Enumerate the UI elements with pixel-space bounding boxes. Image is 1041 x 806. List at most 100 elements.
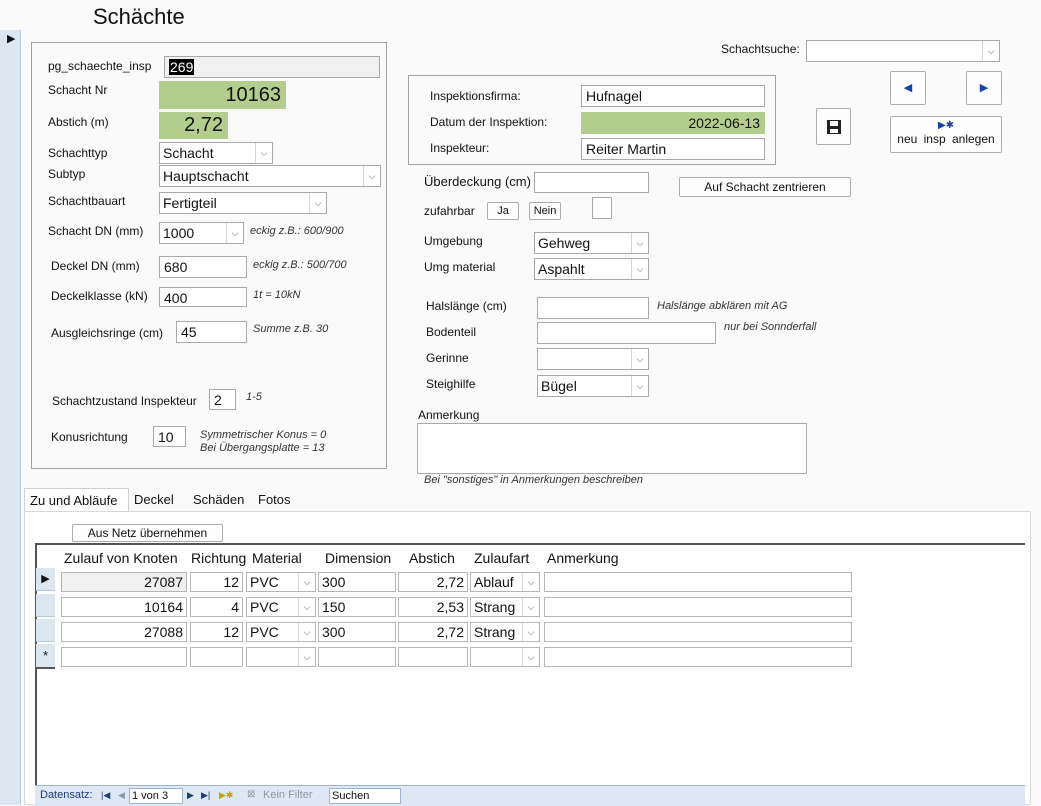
kein-filter-label[interactable]: Kein Filter <box>263 789 313 801</box>
cell-anmerkung[interactable] <box>544 597 852 617</box>
anmerkung-field[interactable] <box>417 423 807 474</box>
row-selector-new[interactable]: * <box>36 644 55 669</box>
cell-anmerkung[interactable] <box>544 647 852 667</box>
cell-anmerkung[interactable] <box>544 622 852 642</box>
cell-material[interactable]: PVC ⌵ <box>246 622 316 642</box>
cell-knoten[interactable] <box>61 647 187 667</box>
chevron-down-icon[interactable]: ⌵ <box>631 233 648 253</box>
new-record-nav-icon[interactable]: ▶✱ <box>219 790 233 801</box>
datum-field[interactable]: 2022-06-13 <box>581 112 765 134</box>
cell-zulaufart[interactable]: Strang ⌵ <box>470 597 540 617</box>
chevron-down-icon[interactable]: ⌵ <box>298 623 315 641</box>
cell-abstich[interactable]: 2,72 <box>398 572 468 592</box>
bodenteil-field[interactable] <box>537 322 716 344</box>
chevron-down-icon[interactable]: ⌵ <box>522 598 539 616</box>
tab-schaeden[interactable]: Schäden <box>188 488 249 512</box>
cell-abstich[interactable]: 2,72 <box>398 622 468 642</box>
row-selector[interactable]: ▶ <box>36 568 55 591</box>
cell-richtung[interactable]: 4 <box>190 597 243 617</box>
tab-deckel[interactable]: Deckel <box>129 488 179 512</box>
center-shaft-button[interactable]: Auf Schacht zentrieren <box>679 177 851 197</box>
umgebung-select[interactable]: Gehweg ⌵ <box>534 232 649 254</box>
cell-material[interactable]: PVC ⌵ <box>246 597 316 617</box>
cell-material[interactable]: ⌵ <box>246 647 316 667</box>
zustand-field[interactable]: 2 <box>209 389 236 410</box>
cell-richtung[interactable] <box>190 647 243 667</box>
tab-fotos[interactable]: Fotos <box>253 488 296 512</box>
pg-field[interactable]: 269 <box>164 56 380 78</box>
chevron-down-icon[interactable]: ⌵ <box>522 573 539 591</box>
cell-dimension[interactable]: 150 <box>318 597 396 617</box>
chevron-down-icon[interactable]: ⌵ <box>226 223 243 243</box>
cell-zulaufart[interactable]: Strang ⌵ <box>470 622 540 642</box>
deckel-dn-field[interactable]: 680 <box>159 256 247 278</box>
tab-zu-und-ablaeufe[interactable]: Zu und Abläufe <box>24 488 129 512</box>
deckelklasse-hint: 1t = 10kN <box>253 289 301 301</box>
cell-knoten[interactable]: 27087 <box>61 572 187 592</box>
row-selector[interactable] <box>36 594 55 617</box>
cell-dimension[interactable]: 300 <box>318 572 396 592</box>
ja-button[interactable]: Ja <box>487 202 519 220</box>
schachttyp-select[interactable]: Schacht ⌵ <box>159 142 273 164</box>
cell-material[interactable]: PVC ⌵ <box>246 572 316 592</box>
cell-richtung[interactable]: 12 <box>190 622 243 642</box>
chevron-down-icon[interactable]: ⌵ <box>982 41 999 61</box>
search-input[interactable]: Suchen <box>329 788 401 804</box>
last-record-icon[interactable]: ▶| <box>201 790 210 801</box>
zufahrbar-field[interactable] <box>592 197 612 219</box>
gerinne-select[interactable]: ⌵ <box>537 348 649 370</box>
cell-zulaufart[interactable]: Ablauf ⌵ <box>470 572 540 592</box>
chevron-down-icon[interactable]: ⌵ <box>363 166 380 186</box>
chevron-down-icon[interactable]: ⌵ <box>309 193 326 213</box>
cell-zulaufart[interactable]: ⌵ <box>470 647 540 667</box>
hals-field[interactable] <box>537 297 649 319</box>
new-inspection-button[interactable]: ▶✱ neu insp anlegen <box>890 116 1002 153</box>
zufahrbar-label: zufahrbar <box>424 204 475 218</box>
subtyp-select[interactable]: Hauptschacht ⌵ <box>159 165 381 187</box>
deckelklasse-field[interactable]: 400 <box>159 287 247 307</box>
row-selector[interactable] <box>36 619 55 642</box>
steighilfe-select[interactable]: Bügel ⌵ <box>537 375 649 397</box>
first-record-icon[interactable]: |◀ <box>101 790 110 801</box>
ueberdeckung-field[interactable] <box>534 172 649 193</box>
inspekteur-field[interactable]: Reiter Martin <box>581 138 765 160</box>
chevron-down-icon[interactable]: ⌵ <box>631 376 648 396</box>
nein-button[interactable]: Nein <box>529 202 561 220</box>
cell-knoten[interactable]: 10164 <box>61 597 187 617</box>
filter-icon[interactable]: ⊠ <box>247 789 255 800</box>
chevron-down-icon[interactable]: ⌵ <box>255 143 272 163</box>
schachtsuche-select[interactable]: ⌵ <box>806 40 1000 62</box>
chevron-down-icon[interactable]: ⌵ <box>631 349 648 369</box>
previous-record-button[interactable]: ◀ <box>890 71 926 105</box>
konus-field[interactable]: 10 <box>153 426 186 447</box>
deckel-dn-hint: eckig z.B.: 500/700 <box>253 259 347 271</box>
chevron-down-icon[interactable]: ⌵ <box>298 598 315 616</box>
cell-abstich[interactable] <box>398 647 468 667</box>
chevron-down-icon[interactable]: ⌵ <box>298 573 315 591</box>
chevron-down-icon[interactable]: ⌵ <box>631 259 648 279</box>
prev-record-icon[interactable]: ◀ <box>118 790 125 801</box>
next-record-icon[interactable]: ▶ <box>187 790 194 801</box>
cell-richtung[interactable]: 12 <box>190 572 243 592</box>
schacht-nr-field[interactable]: 10163 <box>159 81 286 109</box>
steighilfe-value: Bügel <box>541 378 577 394</box>
next-record-button[interactable]: ▶ <box>966 71 1002 105</box>
abstich-field[interactable]: 2,72 <box>159 112 228 139</box>
record-number-input[interactable]: 1 von 3 <box>129 788 183 804</box>
save-button[interactable] <box>816 108 851 145</box>
dn-select[interactable]: 1000 ⌵ <box>159 222 244 244</box>
aus-netz-button[interactable]: Aus Netz übernehmen <box>72 524 223 542</box>
bauart-select[interactable]: Fertigteil ⌵ <box>159 192 327 214</box>
cell-knoten[interactable]: 27088 <box>61 622 187 642</box>
firma-field[interactable]: Hufnagel <box>581 85 765 107</box>
umg-material-select[interactable]: Aspahlt ⌵ <box>534 258 649 280</box>
chevron-down-icon[interactable]: ⌵ <box>298 648 315 666</box>
cell-dimension[interactable]: 300 <box>318 622 396 642</box>
cell-anmerkung[interactable] <box>544 572 852 592</box>
umg-material-label: Umg material <box>424 260 496 274</box>
cell-dimension[interactable] <box>318 647 396 667</box>
chevron-down-icon[interactable]: ⌵ <box>522 648 539 666</box>
chevron-down-icon[interactable]: ⌵ <box>522 623 539 641</box>
ringe-field[interactable]: 45 <box>176 321 247 343</box>
cell-abstich[interactable]: 2,53 <box>398 597 468 617</box>
